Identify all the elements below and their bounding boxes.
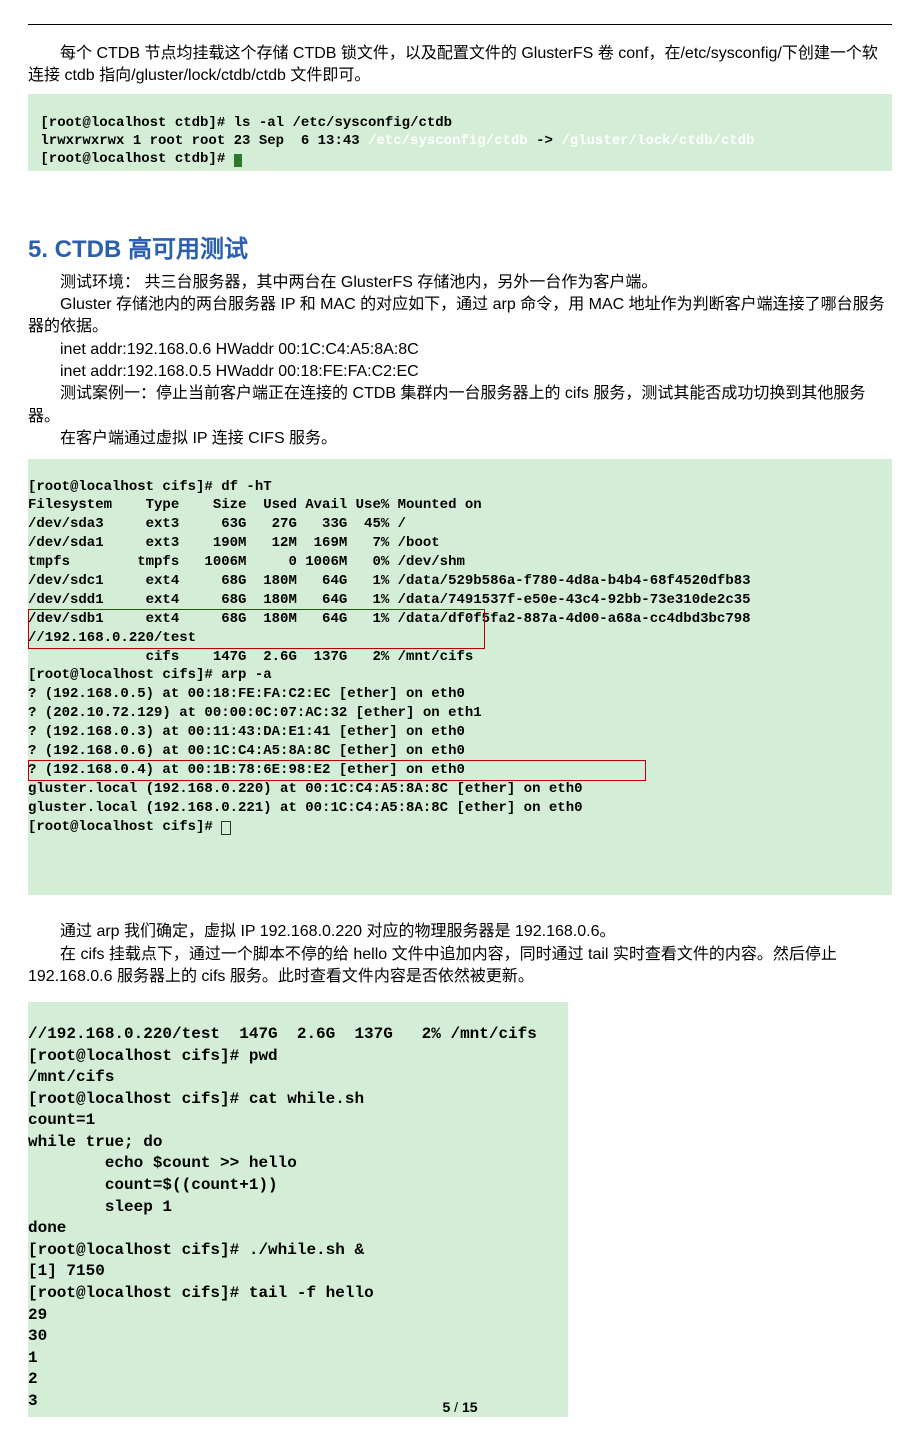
- term-line: [root@localhost ctdb]# ls -al /etc/sysco…: [32, 115, 452, 131]
- term-prompt: [root@localhost ctdb]#: [32, 151, 242, 167]
- term-line: /dev/sdb1 ext4 68G 180M 64G 1% /data/df0…: [28, 611, 751, 627]
- term-line: ? (202.10.72.129) at 00:00:0C:07:AC:32 […: [28, 705, 482, 721]
- term-line: count=1: [28, 1111, 95, 1129]
- page-current: 5: [442, 1399, 450, 1415]
- cursor-icon: [221, 821, 231, 835]
- intro-paragraph: 每个 CTDB 节点均挂载这个存储 CTDB 锁文件，以及配置文件的 Glust…: [28, 43, 892, 88]
- sec5-inet1: inet addr:192.168.0.6 HWaddr 00:1C:C4:A5…: [28, 339, 892, 361]
- term-line: cifs 147G 2.6G 137G 2% /mnt/cifs: [28, 649, 473, 665]
- term-line: sleep 1: [28, 1198, 172, 1216]
- term-line: 30: [28, 1327, 47, 1345]
- term-line: 2: [28, 1370, 38, 1388]
- term-line: 1: [28, 1349, 38, 1367]
- cursor-icon: [234, 154, 242, 167]
- term-line: [root@localhost cifs]# df -hT: [28, 479, 272, 495]
- term-line: //192.168.0.220/test 147G 2.6G 137G 2% /…: [28, 1025, 537, 1043]
- term-line: /dev/sdc1 ext4 68G 180M 64G 1% /data/529…: [28, 573, 751, 589]
- term-line: /dev/sda3 ext3 63G 27G 33G 45% /: [28, 516, 406, 532]
- term-line: [root@localhost cifs]# ./while.sh &: [28, 1241, 364, 1259]
- term-line: //192.168.0.220/test: [28, 630, 196, 646]
- term-line: [root@localhost cifs]# tail -f hello: [28, 1284, 374, 1302]
- sec5-env: 测试环境： 共三台服务器，其中两台在 GlusterFS 存储池内，另外一台作为…: [28, 272, 892, 294]
- term-line: echo $count >> hello: [28, 1154, 297, 1172]
- term-line: while true; do: [28, 1133, 162, 1151]
- section-heading-5: 5. CTDB 高可用测试: [28, 229, 892, 264]
- sec5-inet2: inet addr:192.168.0.5 HWaddr 00:18:FE:FA…: [28, 361, 892, 383]
- sec5-cifs: 在客户端通过虚拟 IP 连接 CIFS 服务。: [28, 428, 892, 450]
- term-line: /mnt/cifs: [28, 1068, 114, 1086]
- terminal-block-ls: [root@localhost ctdb]# ls -al /etc/sysco…: [28, 94, 892, 171]
- term-line: 29: [28, 1306, 47, 1324]
- term-line: ? (192.168.0.5) at 00:18:FE:FA:C2:EC [et…: [28, 686, 465, 702]
- term-line: done: [28, 1219, 66, 1237]
- terminal-block-whilesh: //192.168.0.220/test 147G 2.6G 137G 2% /…: [28, 1002, 568, 1416]
- term-line: [root@localhost cifs]# cat while.sh: [28, 1090, 364, 1108]
- term-line: gluster.local (192.168.0.220) at 00:1C:C…: [28, 781, 583, 797]
- highlight-cmd-tail: tail -f hello: [249, 1284, 374, 1302]
- symlink-src: /etc/sysconfig/ctdb: [368, 133, 528, 149]
- sec5-ipmac: Gluster 存储池内的两台服务器 IP 和 MAC 的对应如下，通过 arp…: [28, 294, 892, 339]
- term-line: gluster.local (192.168.0.221) at 00:1C:C…: [28, 800, 583, 816]
- mid-p2: 在 cifs 挂载点下，通过一个脚本不停的给 hello 文件中追加内容，同时通…: [28, 944, 892, 989]
- mid-p1: 通过 arp 我们确定，虚拟 IP 192.168.0.220 对应的物理服务器…: [28, 921, 892, 943]
- symlink-dst: /gluster/lock/ctdb/ctdb: [561, 133, 754, 149]
- terminal-block-df-arp: [root@localhost cifs]# df -hT Filesystem…: [28, 459, 892, 895]
- page-total: 15: [462, 1399, 478, 1415]
- term-line: Filesystem Type Size Used Avail Use% Mou…: [28, 497, 482, 513]
- term-line: [root@localhost cifs]# arp -a: [28, 667, 272, 683]
- term-line: count=$((count+1)): [28, 1176, 278, 1194]
- term-line: tmpfs tmpfs 1006M 0 1006M 0% /dev/shm: [28, 554, 465, 570]
- term-line: ? (192.168.0.6) at 00:1C:C4:A5:8A:8C [et…: [28, 743, 465, 759]
- term-line: ? (192.168.0.4) at 00:1B:78:6E:98:E2 [et…: [28, 762, 465, 778]
- term-line: ? (192.168.0.3) at 00:11:43:DA:E1:41 [et…: [28, 724, 465, 740]
- term-line: /dev/sda1 ext3 190M 12M 169M 7% /boot: [28, 535, 440, 551]
- sec5-case1: 测试案例一：停止当前客户端正在连接的 CTDB 集群内一台服务器上的 cifs …: [28, 383, 892, 428]
- term-line: [root@localhost cifs]# pwd: [28, 1047, 278, 1065]
- page-footer: 5 / 15: [0, 1399, 920, 1415]
- page-sep: /: [450, 1399, 462, 1415]
- highlight-cmd-whilesh: ./while.sh &: [249, 1241, 364, 1259]
- term-line: lrwxrwxrwx 1 root root 23 Sep 6 13:43 /e…: [32, 133, 755, 149]
- term-line: /dev/sdd1 ext4 68G 180M 64G 1% /data/749…: [28, 592, 751, 608]
- term-line: [root@localhost cifs]#: [28, 819, 231, 835]
- header-rule: [28, 24, 892, 25]
- term-line: [1] 7150: [28, 1262, 105, 1280]
